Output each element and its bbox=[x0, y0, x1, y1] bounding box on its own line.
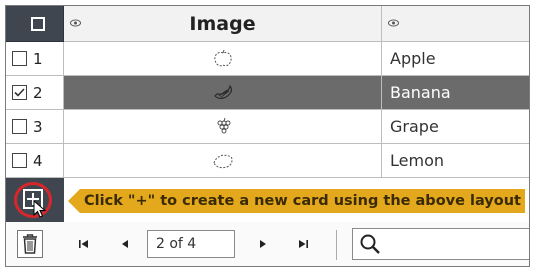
row-checkbox[interactable] bbox=[12, 153, 27, 168]
trash-icon bbox=[23, 234, 37, 254]
fruit-name: Banana bbox=[390, 83, 451, 102]
search-icon bbox=[360, 234, 380, 254]
fruit-name: Apple bbox=[390, 49, 436, 68]
row-number: 2 bbox=[33, 83, 43, 102]
fruit-name: Lemon bbox=[390, 151, 444, 170]
table-row[interactable]: 4 Lemon bbox=[6, 144, 529, 178]
table-row-selected[interactable]: 2 Banana bbox=[6, 76, 529, 110]
divider bbox=[336, 230, 337, 260]
card-gallery: Image 1 Apple 2 Banana 3 Grape 4 Lemon C… bbox=[5, 5, 530, 267]
image-column-header[interactable]: Image bbox=[64, 6, 382, 42]
lemon-sketch-image bbox=[212, 154, 233, 168]
hint-banner: Click "+" to create a new card using the… bbox=[68, 189, 525, 213]
table-row[interactable]: 3 Grape bbox=[6, 110, 529, 144]
add-card-cell[interactable] bbox=[6, 178, 64, 222]
image-cell[interactable] bbox=[64, 110, 382, 144]
last-page-icon[interactable] bbox=[295, 236, 311, 252]
row-select-cell[interactable]: 4 bbox=[6, 144, 64, 178]
apple-sketch-image bbox=[213, 49, 232, 66]
page-indicator[interactable]: 2 of 4 bbox=[147, 230, 235, 258]
first-page-icon[interactable] bbox=[76, 236, 92, 252]
image-cell[interactable] bbox=[64, 144, 382, 178]
select-all-checkbox[interactable] bbox=[30, 16, 45, 31]
table-header: Image bbox=[6, 6, 529, 42]
image-cell[interactable] bbox=[64, 76, 382, 110]
previous-page-icon[interactable] bbox=[117, 236, 133, 252]
row-select-cell[interactable]: 2 bbox=[6, 76, 64, 110]
fruit-name: Grape bbox=[390, 117, 439, 136]
cursor-pointer-icon bbox=[33, 200, 47, 218]
row-checkbox[interactable] bbox=[12, 51, 27, 66]
table-row[interactable]: 1 Apple bbox=[6, 42, 529, 76]
select-all-cell[interactable] bbox=[6, 6, 64, 42]
row-number: 1 bbox=[33, 49, 43, 68]
name-cell[interactable]: Grape bbox=[382, 110, 529, 144]
name-cell[interactable]: Lemon bbox=[382, 144, 529, 178]
grape-sketch-image bbox=[217, 117, 230, 133]
row-number: 4 bbox=[33, 151, 43, 170]
image-cell[interactable] bbox=[64, 42, 382, 76]
delete-button[interactable] bbox=[17, 230, 43, 258]
name-column-header[interactable] bbox=[382, 6, 529, 42]
row-number: 3 bbox=[33, 117, 43, 136]
name-cell[interactable]: Apple bbox=[382, 42, 529, 76]
image-column-title: Image bbox=[189, 12, 256, 35]
hint-text: Click "+" to create a new card using the… bbox=[84, 193, 521, 209]
add-card-strip: Click "+" to create a new card using the… bbox=[6, 178, 529, 223]
row-select-cell[interactable]: 3 bbox=[6, 110, 64, 144]
name-cell[interactable]: Banana bbox=[382, 76, 529, 110]
page-indicator-text: 2 of 4 bbox=[156, 236, 197, 252]
row-select-cell[interactable]: 1 bbox=[6, 42, 64, 76]
banana-sketch-image bbox=[213, 84, 232, 99]
checkmark-icon bbox=[14, 88, 25, 97]
search-input[interactable] bbox=[352, 228, 529, 260]
row-checkbox-checked[interactable] bbox=[12, 85, 27, 100]
row-checkbox[interactable] bbox=[12, 119, 27, 134]
gallery-footer: 2 of 4 bbox=[6, 222, 529, 266]
next-page-icon[interactable] bbox=[255, 236, 271, 252]
eye-icon[interactable] bbox=[70, 19, 81, 27]
eye-icon[interactable] bbox=[388, 19, 399, 27]
